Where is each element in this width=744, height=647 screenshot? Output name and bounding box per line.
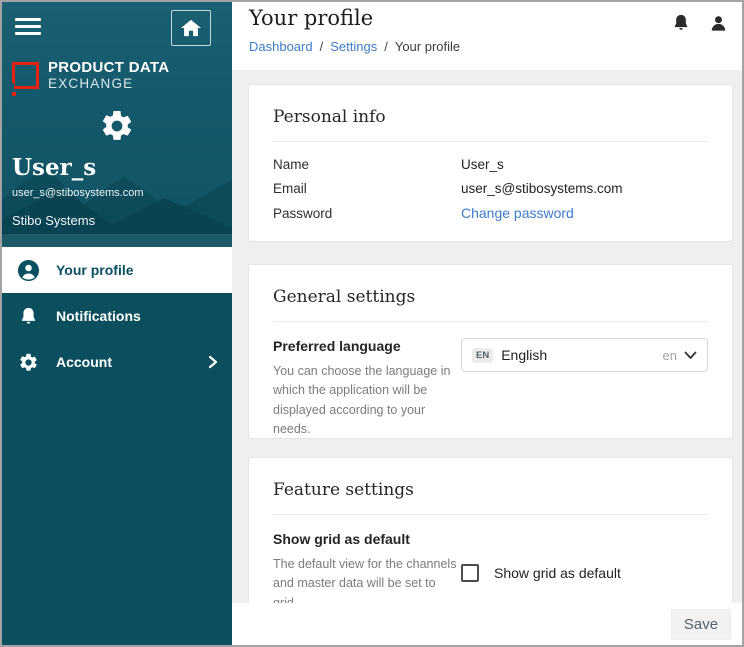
name-value: User_s bbox=[461, 157, 708, 172]
chevron-right-icon bbox=[207, 355, 219, 369]
user-menu-icon[interactable] bbox=[709, 14, 728, 33]
notifications-bell-icon[interactable] bbox=[671, 13, 691, 33]
account-gear-icon bbox=[16, 350, 40, 374]
home-button[interactable] bbox=[171, 10, 211, 46]
page-title: Your profile bbox=[249, 6, 742, 30]
sidebar-filler bbox=[2, 385, 232, 645]
feature-settings-card: Feature settings Show grid as default Th… bbox=[248, 457, 733, 603]
sidebar-item-label: Account bbox=[56, 354, 112, 370]
user-organization: Stibo Systems bbox=[12, 213, 95, 228]
logo-red-square-icon bbox=[12, 62, 39, 89]
show-grid-label: Show grid as default bbox=[273, 531, 461, 547]
sidebar-hero: PRODUCT DATA EXCHANGE User_s user_s@stib… bbox=[2, 2, 232, 247]
main-area: Your profile Dashboard / Settings / Your… bbox=[232, 2, 742, 645]
sidebar-item-account[interactable]: Account bbox=[2, 339, 232, 385]
logo-line1: PRODUCT DATA bbox=[48, 60, 169, 77]
breadcrumb-dashboard[interactable]: Dashboard bbox=[249, 39, 313, 54]
change-password-link[interactable]: Change password bbox=[461, 205, 708, 221]
profile-gear-icon bbox=[2, 108, 232, 144]
card-title: General settings bbox=[273, 287, 708, 307]
show-grid-checkbox-label: Show grid as default bbox=[494, 565, 621, 581]
name-label: Name bbox=[273, 157, 461, 172]
show-grid-description: The default view for the channels and ma… bbox=[273, 555, 461, 603]
breadcrumb-separator: / bbox=[320, 39, 324, 54]
sidebar-item-label: Notifications bbox=[56, 308, 141, 324]
home-icon bbox=[180, 18, 202, 38]
email-value: user_s@stibosystems.com bbox=[461, 181, 708, 196]
user-email: user_s@stibosystems.com bbox=[12, 187, 144, 199]
card-title: Feature settings bbox=[273, 480, 708, 500]
chevron-down-icon bbox=[684, 351, 697, 360]
sidebar-nav: Your profile Notifications Account bbox=[2, 247, 232, 385]
breadcrumb: Dashboard / Settings / Your profile bbox=[249, 39, 742, 54]
product-data-exchange-logo: PRODUCT DATA EXCHANGE bbox=[12, 60, 169, 91]
language-code: en bbox=[663, 348, 677, 363]
sidebar-item-label: Your profile bbox=[56, 262, 134, 278]
language-select[interactable]: EN English en bbox=[461, 338, 708, 372]
footer: Save bbox=[232, 603, 742, 645]
preferred-language-description: You can choose the language in which the… bbox=[273, 362, 461, 440]
preferred-language-label: Preferred language bbox=[273, 338, 461, 354]
language-selected-value: English bbox=[501, 347, 662, 363]
show-grid-checkbox[interactable] bbox=[461, 564, 479, 582]
general-settings-card: General settings Preferred language You … bbox=[248, 264, 733, 439]
content-area: Personal info Name User_s Email user_s@s… bbox=[232, 70, 742, 603]
card-title: Personal info bbox=[273, 107, 708, 127]
sidebar: PRODUCT DATA EXCHANGE User_s user_s@stib… bbox=[2, 2, 232, 645]
logo-line2: EXCHANGE bbox=[48, 77, 169, 92]
user-circle-icon bbox=[16, 258, 40, 282]
save-button[interactable]: Save bbox=[671, 609, 731, 640]
sidebar-item-notifications[interactable]: Notifications bbox=[2, 293, 232, 339]
bell-icon bbox=[16, 304, 40, 328]
hamburger-menu-icon[interactable] bbox=[15, 18, 41, 39]
password-label: Password bbox=[273, 206, 461, 221]
breadcrumb-current: Your profile bbox=[395, 39, 460, 54]
personal-info-card: Personal info Name User_s Email user_s@s… bbox=[248, 84, 733, 242]
email-label: Email bbox=[273, 181, 461, 196]
breadcrumb-settings[interactable]: Settings bbox=[330, 39, 377, 54]
app-window: PRODUCT DATA EXCHANGE User_s user_s@stib… bbox=[0, 0, 744, 647]
breadcrumb-separator: / bbox=[384, 39, 388, 54]
user-name: User_s bbox=[12, 154, 96, 181]
divider bbox=[273, 141, 708, 142]
page-header: Your profile Dashboard / Settings / Your… bbox=[232, 2, 742, 70]
language-badge: EN bbox=[472, 348, 493, 363]
sidebar-item-your-profile[interactable]: Your profile bbox=[2, 247, 232, 293]
divider bbox=[273, 514, 708, 515]
divider bbox=[273, 321, 708, 322]
